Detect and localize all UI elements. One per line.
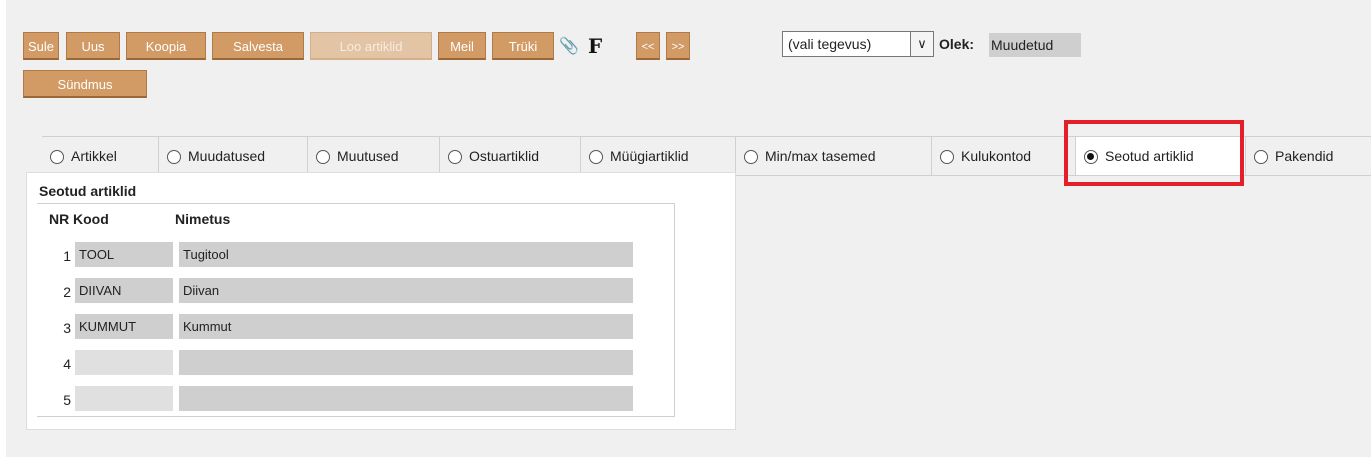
tab-label: Seotud artiklid (1105, 148, 1194, 164)
nimetus-field[interactable]: Tugitool (179, 242, 633, 267)
row-number: 1 (63, 248, 71, 264)
loo-artiklid-button[interactable]: Loo artiklid (310, 32, 432, 60)
tab-label: Muutused (337, 148, 399, 164)
radio-icon (589, 150, 603, 164)
tab-bar: Artikkel Muudatused Muutused Ostuartikli… (42, 136, 1371, 176)
tab-label: Pakendid (1275, 148, 1334, 164)
sundmus-button[interactable]: Sündmus (23, 70, 147, 98)
tab-label: Muudatused (188, 148, 266, 164)
tab-ostuartiklid[interactable]: Ostuartiklid (440, 137, 581, 175)
koopia-button[interactable]: Koopia (126, 32, 206, 60)
tab-muugiartiklid[interactable]: Müügiartiklid (581, 137, 736, 175)
action-select[interactable]: (vali tegevus) ∨ (782, 31, 934, 57)
nimetus-field[interactable] (179, 386, 633, 411)
row-number: 4 (63, 356, 71, 372)
radio-icon (316, 150, 330, 164)
nimetus-field[interactable] (179, 350, 633, 375)
radio-icon (1254, 150, 1268, 164)
tab-label: Min/max tasemed (765, 148, 876, 164)
tab-artikkel[interactable]: Artikkel (42, 137, 159, 175)
tab-muutused[interactable]: Muutused (308, 137, 440, 175)
paperclip-icon[interactable]: 📎 (559, 32, 579, 60)
tab-label: Artikkel (71, 148, 117, 164)
chevron-down-icon: ∨ (910, 32, 933, 56)
row-number: 3 (63, 320, 71, 336)
column-header-kood: Kood (73, 211, 109, 227)
tab-label: Kulukontod (961, 148, 1032, 164)
salvesta-button[interactable]: Salvesta (212, 32, 304, 60)
kood-field[interactable]: KUMMUT (75, 314, 173, 339)
related-items-table: NR Kood Nimetus 1 TOOL Tugitool 2 DIIVAN… (37, 203, 675, 417)
column-header-nimetus: Nimetus (175, 211, 231, 227)
related-items-panel: Seotud artiklid NR Kood Nimetus 1 TOOL T… (26, 172, 736, 430)
row-number: 5 (63, 392, 71, 408)
tab-seotud-artiklid[interactable]: Seotud artiklid (1076, 137, 1246, 175)
truki-button[interactable]: Trüki (492, 32, 554, 60)
tab-muudatused[interactable]: Muudatused (159, 137, 308, 175)
tab-kulukontod[interactable]: Kulukontod (932, 137, 1076, 175)
kood-field[interactable] (75, 386, 173, 411)
radio-icon (50, 150, 64, 164)
row-number: 2 (63, 284, 71, 300)
meil-button[interactable]: Meil (438, 32, 486, 60)
radio-icon (448, 150, 462, 164)
radio-icon (167, 150, 181, 164)
status-value: Muudetud (989, 33, 1081, 57)
kood-field[interactable]: TOOL (75, 242, 173, 267)
radio-icon (940, 150, 954, 164)
next-button[interactable]: >> (666, 32, 690, 60)
nimetus-field[interactable]: Diivan (179, 278, 633, 303)
column-header-nr: NR (49, 211, 70, 227)
sule-button[interactable]: Sule (23, 32, 59, 60)
tab-pakendid[interactable]: Pakendid (1246, 137, 1371, 175)
status-label: Olek: (939, 36, 975, 52)
tab-min-max-tasemed[interactable]: Min/max tasemed (736, 137, 932, 175)
section-title: Seotud artiklid (39, 183, 137, 199)
tab-label: Müügiartiklid (610, 148, 689, 164)
action-select-value: (vali tegevus) (788, 36, 872, 52)
uus-button[interactable]: Uus (66, 32, 120, 60)
nimetus-field[interactable]: Kummut (179, 314, 633, 339)
prev-button[interactable]: << (636, 32, 660, 60)
radio-selected-icon (1084, 150, 1098, 164)
form-panel: Sule Uus Koopia Salvesta Loo artiklid Me… (6, 0, 1371, 457)
kood-field[interactable]: DIIVAN (75, 278, 173, 303)
tab-label: Ostuartiklid (469, 148, 540, 164)
f-button[interactable]: F (588, 32, 602, 60)
radio-icon (744, 150, 758, 164)
kood-field[interactable] (75, 350, 173, 375)
